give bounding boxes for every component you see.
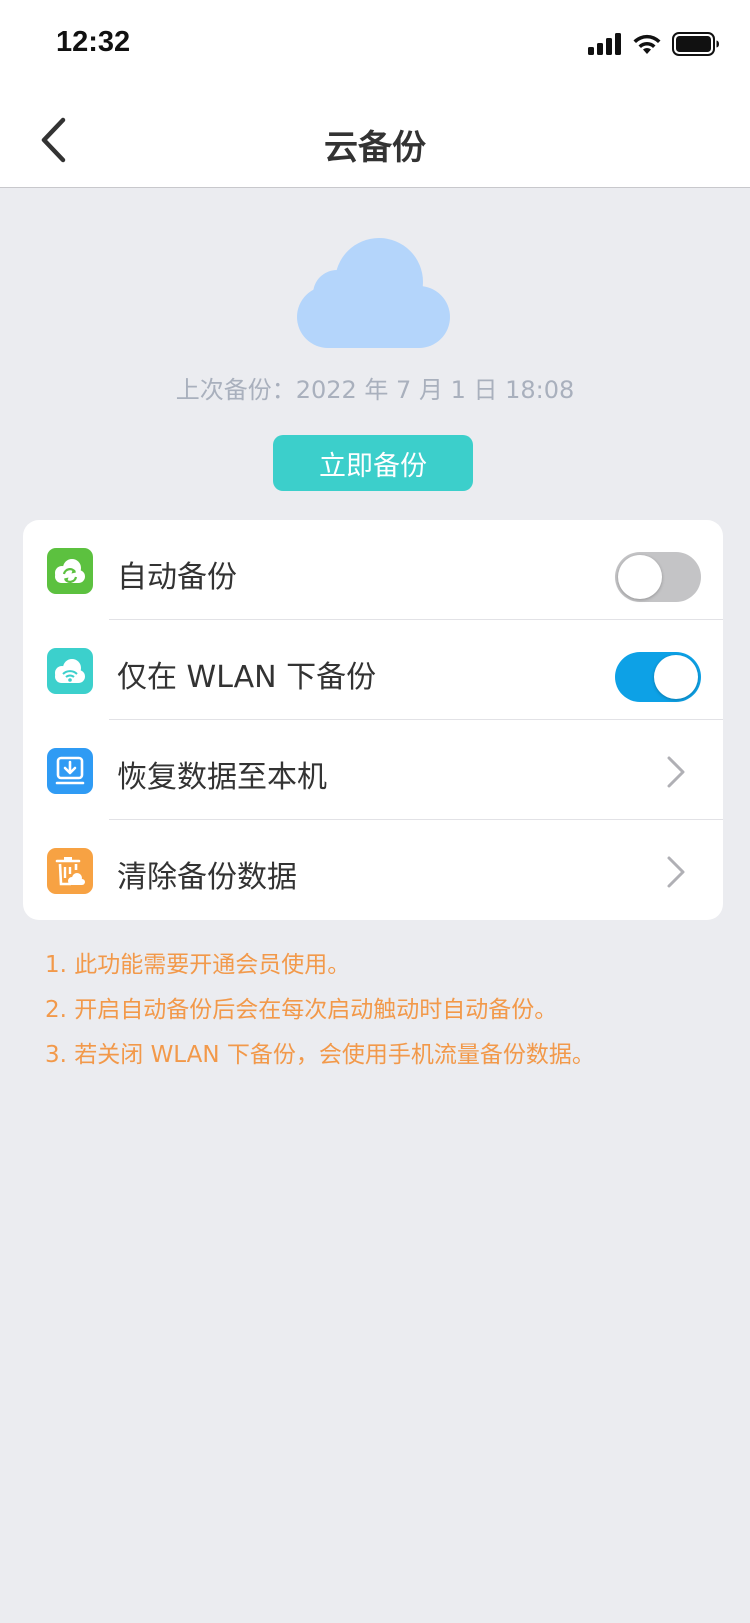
signal-icon	[588, 33, 621, 55]
chevron-right-icon	[667, 856, 685, 888]
auto-backup-toggle[interactable]	[615, 552, 701, 602]
chevron-right-icon	[667, 756, 685, 788]
note-item: 1. 此功能需要开通会员使用。	[45, 952, 351, 978]
settings-row-restore[interactable]: 恢复数据至本机	[23, 720, 723, 820]
toggle-knob	[654, 655, 698, 699]
nav-bar: 云备份	[0, 92, 750, 188]
settings-row-label: 自动备份	[117, 560, 237, 595]
settings-card: 自动备份 仅在 WLAN 下备份 恢复数据至本机 清除备份数据	[23, 520, 723, 920]
cloud-icon	[297, 238, 450, 348]
battery-icon	[672, 32, 719, 56]
settings-row-label: 清除备份数据	[117, 860, 297, 895]
status-time: 12:32	[56, 26, 131, 58]
settings-row-auto-backup: 自动备份	[23, 520, 723, 620]
settings-row-clear[interactable]: 清除备份数据	[23, 820, 723, 920]
page-title: 云备份	[324, 128, 426, 168]
trash-cloud-icon	[47, 848, 93, 894]
status-icons	[588, 30, 720, 58]
cloud-sync-icon	[47, 548, 93, 594]
settings-row-label: 仅在 WLAN 下备份	[117, 660, 377, 695]
backup-now-button[interactable]: 立即备份	[273, 435, 473, 491]
wifi-icon	[633, 34, 661, 54]
notes-list: 1. 此功能需要开通会员使用。 2. 开启自动备份后会在每次启动触动时自动备份。…	[45, 950, 595, 1085]
note-item: 2. 开启自动备份后会在每次启动触动时自动备份。	[45, 997, 558, 1023]
wlan-only-toggle[interactable]	[615, 652, 701, 702]
download-icon	[47, 748, 93, 794]
settings-row-wlan-only: 仅在 WLAN 下备份	[23, 620, 723, 720]
last-backup-time: 上次备份：2022 年 7 月 1 日 18:08	[175, 376, 575, 404]
status-bar: 12:32	[0, 0, 750, 92]
note-item: 3. 若关闭 WLAN 下备份，会使用手机流量备份数据。	[45, 1042, 595, 1068]
cloud-wifi-icon	[47, 648, 93, 694]
settings-row-label: 恢复数据至本机	[117, 760, 327, 795]
screen: 12:32 云备份 上次备份：2022 年 7 月 1 日 18:08 立即备份…	[0, 0, 750, 1623]
toggle-knob	[618, 555, 662, 599]
